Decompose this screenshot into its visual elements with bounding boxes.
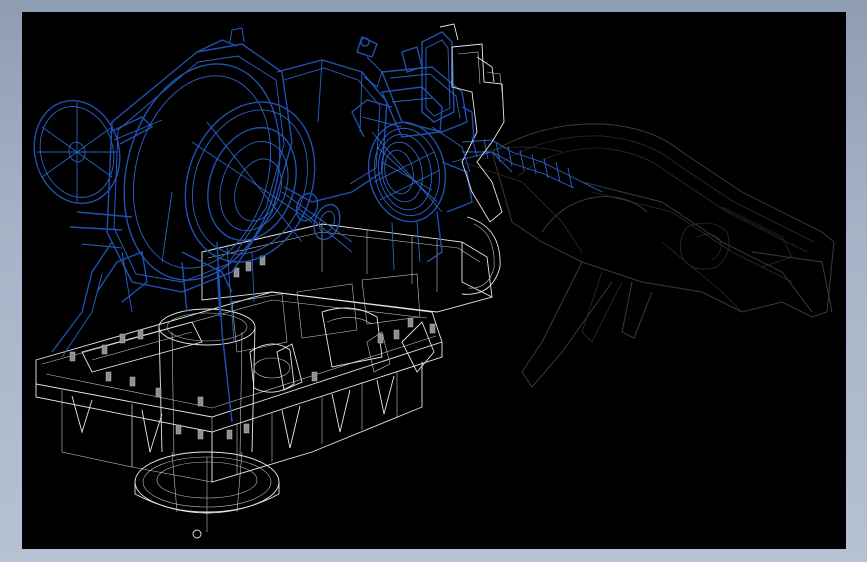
- fastener-set: [69, 255, 436, 440]
- wireframe-model[interactable]: .sel { fill: none; stroke: #1f52b0; stro…: [22, 12, 846, 549]
- discharge-chute[interactable]: [461, 123, 835, 388]
- cad-viewport[interactable]: .sel { fill: none; stroke: #1f52b0; stro…: [22, 12, 846, 549]
- flange-ring[interactable]: [161, 84, 353, 423]
- handwheel[interactable]: [23, 91, 163, 213]
- motor-coil[interactable]: [351, 99, 603, 271]
